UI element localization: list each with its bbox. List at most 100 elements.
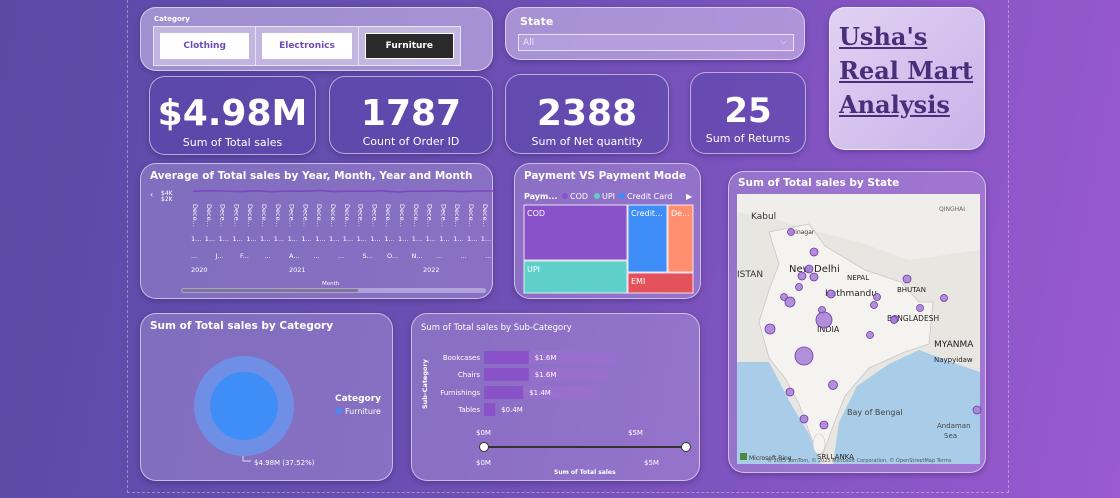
- map-attribution: © 2025 TomTom, © 2025 Microsoft Corporat…: [767, 457, 952, 464]
- india-map[interactable]: KabulSrinagarISTAN New DelhiNEPALKathmand…: [729, 172, 987, 474]
- state-bubble[interactable]: [972, 405, 982, 415]
- state-bubble[interactable]: [785, 387, 795, 397]
- month-tick-label: Dece...: [370, 204, 378, 227]
- state-bubble[interactable]: [916, 304, 924, 312]
- bar-data-label: $0.4M: [501, 406, 523, 414]
- donut-legend-title: Category: [335, 394, 381, 404]
- row2-tick-label: 1...: [205, 235, 215, 243]
- month-tick-label: Dece...: [219, 204, 227, 227]
- month-tick-label: Dece...: [467, 204, 475, 227]
- range-slider-max-handle[interactable]: [681, 442, 691, 452]
- row3-tick-label: ...: [338, 252, 344, 260]
- brand-title-line3: Analysis: [839, 90, 950, 119]
- map-place-label: Naypyidaw: [934, 356, 973, 364]
- scrollbar-thumb[interactable]: [182, 289, 358, 292]
- kpi-returns: 25 Sum of Returns: [690, 72, 806, 154]
- treemap-tile-label: COD: [527, 209, 545, 218]
- state-bubble[interactable]: [890, 316, 898, 324]
- month-tick-label: Dece...: [301, 204, 309, 227]
- state-bubble[interactable]: [795, 283, 803, 291]
- row3-tick-label: S...: [363, 252, 373, 260]
- state-bubble[interactable]: [940, 294, 948, 302]
- row2-tick-label: 1...: [232, 235, 242, 243]
- row2-tick-label: 1...: [467, 235, 477, 243]
- row2-tick-label: 1...: [219, 235, 229, 243]
- category-option-furniture[interactable]: Furniture: [359, 27, 460, 65]
- month-tick-label: Dece...: [384, 204, 392, 227]
- month-tick-label: Dece...: [453, 204, 461, 227]
- kpi-net-quantity: 2388 Sum of Net quantity: [505, 74, 669, 154]
- category-option-clothing[interactable]: Clothing: [154, 27, 257, 65]
- state-dropdown[interactable]: All ⌵: [518, 34, 794, 51]
- donut-slice-furniture[interactable]: [210, 372, 278, 440]
- state-dropdown-value: All: [523, 38, 535, 48]
- state-bubble[interactable]: [797, 271, 807, 281]
- row3-tick-label: F...: [240, 252, 249, 260]
- row3-tick-label: N...: [412, 252, 423, 260]
- year-tick-label: 2021: [289, 266, 306, 274]
- month-tick-label: Dece...: [288, 204, 296, 227]
- x-axis-title: Sum of Total sales: [554, 469, 616, 476]
- kpi-total-sales-value: $4.98M: [157, 93, 308, 134]
- donut-leader-line: [242, 456, 251, 462]
- row2-tick-label: 1...: [426, 235, 436, 243]
- subcategory-bar-chart: Sub-Category Bookcases $1.6M Chairs $1.6M Fur…: [421, 351, 691, 476]
- kpi-returns-label: Sum of Returns: [705, 132, 791, 145]
- kpi-net-quantity-label: Sum of Net quantity: [531, 135, 643, 148]
- bar-data-label: $1.6M: [535, 354, 557, 362]
- legend-marker: [619, 193, 625, 199]
- bar-bookcases[interactable]: [484, 351, 529, 364]
- treemap-tile-label: De...: [671, 209, 690, 218]
- state-slicer: State All ⌵: [505, 7, 805, 60]
- row2-tick-label: 1...: [398, 235, 408, 243]
- bar-furnishings[interactable]: [484, 386, 524, 399]
- brand-card: Usha's Real Mart Analysis: [829, 7, 985, 150]
- row2-tick-label: 1...: [357, 235, 367, 243]
- map-place-label: Bay of Bengal: [847, 408, 903, 417]
- donut-data-label: $4.98M (37.52%): [254, 459, 315, 467]
- category-option-electronics[interactable]: Electronics: [256, 27, 359, 65]
- bar-chairs[interactable]: [484, 368, 529, 381]
- month-tick-label: Dece...: [343, 204, 351, 227]
- state-bubble[interactable]: [828, 380, 838, 390]
- state-bubble[interactable]: [819, 420, 829, 430]
- state-bubble[interactable]: [794, 346, 814, 366]
- month-tick-label: Dece...: [357, 204, 365, 227]
- legend-next-icon[interactable]: ▶: [686, 192, 693, 201]
- state-bubble[interactable]: [809, 272, 819, 282]
- kpi-net-quantity-value: 2388: [536, 93, 638, 134]
- row2-tick-label: 1...: [370, 235, 380, 243]
- state-bubble[interactable]: [784, 296, 796, 308]
- state-bubble[interactable]: [809, 247, 819, 257]
- state-bubble[interactable]: [799, 414, 809, 424]
- state-bubble[interactable]: [804, 264, 814, 274]
- month-tick-label: Dece...: [329, 204, 337, 227]
- line-chart: ‹ $4K$2KDece...1...Dece...1...Dece...1...…: [150, 189, 494, 293]
- treemap-tile-label: Credit...: [631, 209, 663, 218]
- x-tick-label: $0M: [476, 429, 491, 437]
- state-bubble[interactable]: [902, 274, 912, 284]
- month-tick-label: Dece...: [412, 204, 420, 227]
- scroll-left-icon[interactable]: ‹: [150, 190, 153, 199]
- state-bubble[interactable]: [815, 311, 833, 329]
- row2-tick-label: 1...: [329, 235, 339, 243]
- state-bubble[interactable]: [866, 331, 874, 339]
- state-bubble[interactable]: [873, 293, 881, 301]
- state-bubble[interactable]: [826, 289, 836, 299]
- kpi-order-count: 1787 Count of Order ID: [329, 76, 493, 154]
- row3-tick-label: ...: [436, 252, 442, 260]
- year-tick-label: 2022: [423, 266, 440, 274]
- brand-title-line1: Usha's: [839, 22, 928, 51]
- line-series-sales: [192, 189, 494, 193]
- category-slicer: Category Clothing Electronics Furniture: [140, 7, 493, 71]
- treemap-legend-title: Paym...: [524, 192, 557, 201]
- bar-tables[interactable]: [484, 403, 496, 416]
- row2-tick-label: 1...: [288, 235, 298, 243]
- bar-data-label: $1.4M: [529, 389, 551, 397]
- month-tick-label: Dece...: [232, 204, 240, 227]
- month-tick-label: Dece...: [246, 204, 254, 227]
- range-slider-min-handle[interactable]: [479, 442, 489, 452]
- state-bubble[interactable]: [764, 323, 776, 335]
- state-bubble[interactable]: [870, 301, 878, 309]
- state-bubble[interactable]: [787, 228, 795, 236]
